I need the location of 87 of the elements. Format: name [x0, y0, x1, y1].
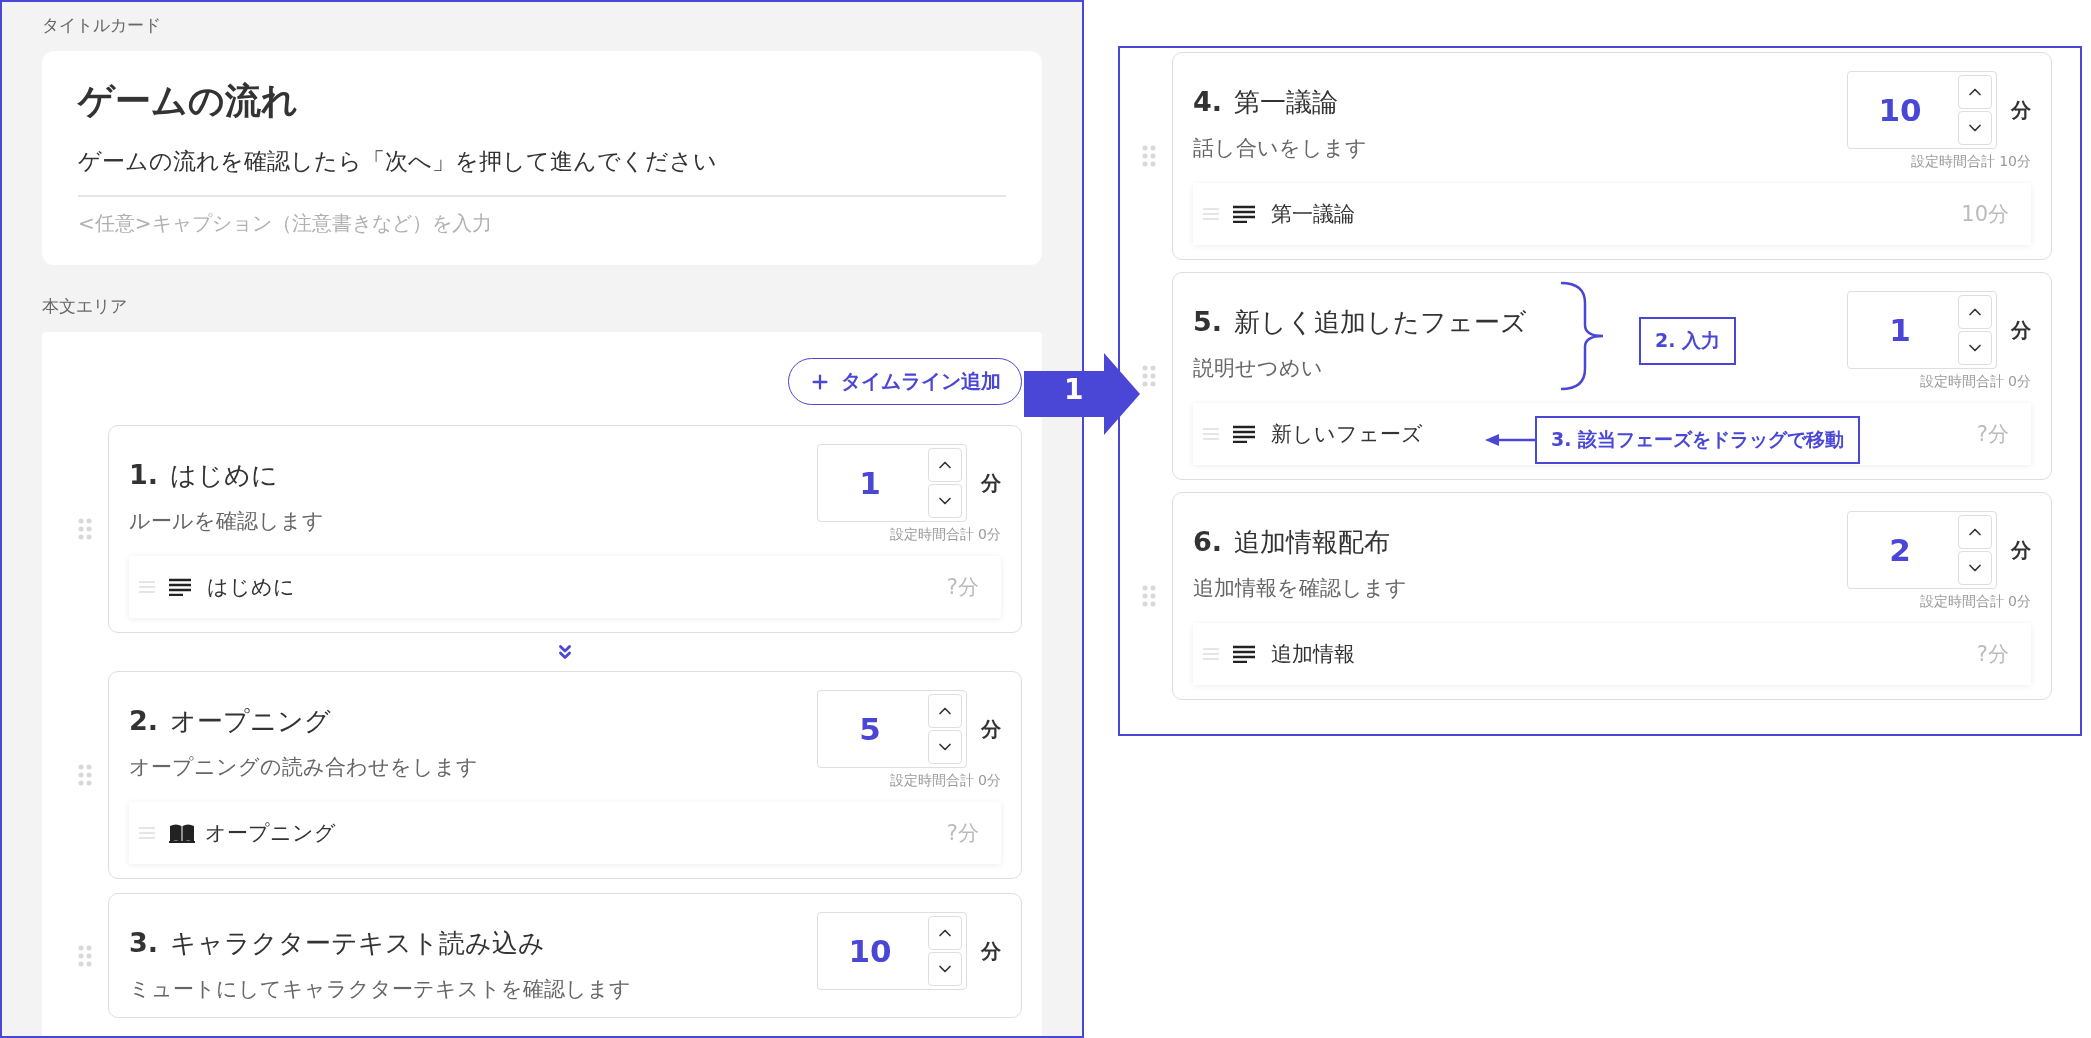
drag-handle-icon[interactable]: [139, 581, 155, 593]
phase-description: 説明せつめい: [1193, 355, 1324, 382]
callout-arrow: [1485, 433, 1537, 447]
phase-description: ミュートにしてキャラクターテキストを確認します: [129, 976, 631, 1003]
minutes-field[interactable]: 1: [818, 464, 922, 502]
step-time: 10分: [1961, 201, 2009, 228]
number-stepper[interactable]: 10: [817, 912, 967, 990]
minutes-field[interactable]: 1: [1848, 311, 1952, 349]
total-time: 設定時間合計 10分: [1910, 153, 2031, 171]
minutes-field[interactable]: 10: [818, 932, 922, 970]
unit-label: 分: [2011, 536, 2031, 564]
phase-title: 6. 追加情報配布: [1193, 525, 1392, 559]
step-time: ?分: [1976, 641, 2009, 668]
increment-button[interactable]: [928, 448, 962, 482]
step-label: はじめに: [207, 574, 295, 601]
total-time: 設定時間合計 0分: [1919, 373, 2031, 391]
phase-title: 1. はじめに: [129, 458, 280, 492]
increment-button[interactable]: [1958, 75, 1992, 109]
drag-grip-icon[interactable]: [1142, 365, 1156, 387]
section-label: タイトルカード: [42, 14, 162, 37]
phase-title: 5. 新しく追加したフェーズ: [1193, 305, 1528, 339]
drag-grip-icon[interactable]: [1142, 145, 1156, 167]
decrement-button[interactable]: [928, 730, 962, 764]
number-stepper[interactable]: 2: [1847, 511, 1997, 589]
unit-label: 分: [2011, 316, 2031, 344]
decrement-button[interactable]: [1958, 551, 1992, 585]
total-time: 設定時間合計 0分: [889, 526, 1001, 544]
minutes-field[interactable]: 2: [1848, 531, 1952, 569]
increment-button[interactable]: [1958, 295, 1992, 329]
drag-handle-icon[interactable]: [1203, 648, 1219, 660]
card-title: ゲームの流れ: [78, 79, 299, 123]
minutes-field[interactable]: 10: [1848, 91, 1952, 129]
step-time: ?分: [946, 820, 979, 847]
increment-button[interactable]: [928, 916, 962, 950]
drag-handle-icon[interactable]: [1203, 208, 1219, 220]
drag-handle-icon[interactable]: [139, 827, 155, 839]
step-label: 第一議論: [1271, 201, 1355, 228]
section-label: 本文エリア: [42, 295, 128, 318]
phase-description: 追加情報を確認します: [1193, 575, 1407, 602]
step-time: ?分: [1976, 421, 2009, 448]
phase-title: 4. 第一議論: [1193, 85, 1340, 119]
step-number: 1: [1064, 373, 1084, 406]
text-lines-icon: [169, 578, 191, 596]
increment-button[interactable]: [1958, 515, 1992, 549]
increment-button[interactable]: [928, 694, 962, 728]
phase-title: 3. キャラクターテキスト読み込み: [129, 926, 547, 960]
number-stepper[interactable]: 5: [817, 690, 967, 768]
number-stepper[interactable]: 10: [1847, 71, 1997, 149]
step-item[interactable]: 第一議論 10分: [1193, 183, 2031, 245]
decrement-button[interactable]: [1958, 111, 1992, 145]
unit-label: 分: [981, 715, 1001, 743]
minutes-field[interactable]: 5: [818, 710, 922, 748]
step-time: ?分: [946, 574, 979, 601]
card-subtitle: ゲームの流れを確認したら「次へ」を押して進んでください: [78, 146, 1006, 197]
step-item[interactable]: 追加情報 ?分: [1193, 623, 2031, 685]
drag-handle-icon[interactable]: [1203, 428, 1219, 440]
unit-label: 分: [981, 469, 1001, 497]
phase-description: 話し合いをします: [1193, 135, 1367, 162]
callout-label: 2. 入力: [1639, 317, 1737, 365]
callout-label: 3. 該当フェーズをドラッグで移動: [1535, 416, 1861, 464]
decrement-button[interactable]: [928, 484, 962, 518]
book-icon: [169, 823, 195, 843]
step-item[interactable]: オープニング ?分: [129, 802, 1001, 864]
total-time: 設定時間合計 0分: [1919, 593, 2031, 611]
step-label: オープニング: [205, 820, 336, 847]
decrement-button[interactable]: [1958, 331, 1992, 365]
phase-description: ルールを確認します: [129, 508, 324, 535]
drag-grip-icon[interactable]: [78, 518, 92, 540]
unit-label: 分: [981, 937, 1001, 965]
drag-grip-icon[interactable]: [78, 764, 92, 786]
step-label: 新しいフェーズ: [1271, 421, 1423, 448]
decrement-button[interactable]: [928, 952, 962, 986]
total-time: 設定時間合計 0分: [889, 772, 1001, 790]
number-stepper[interactable]: 1: [1847, 291, 1997, 369]
step-item[interactable]: はじめに ?分: [129, 556, 1001, 618]
text-lines-icon: [1233, 645, 1255, 663]
number-stepper[interactable]: 1: [817, 444, 967, 522]
phase-description: オープニングの読み合わせをします: [129, 754, 478, 781]
unit-label: 分: [2011, 96, 2031, 124]
add-timeline-button[interactable]: タイムライン追加: [788, 358, 1022, 405]
step-label: 追加情報: [1271, 641, 1355, 668]
text-lines-icon: [1233, 425, 1255, 443]
caption-field[interactable]: <任意>キャプション（注意書きなど）を入力: [78, 197, 1006, 235]
drag-grip-icon[interactable]: [1142, 585, 1156, 607]
phase-title: 2. オープニング: [129, 704, 333, 738]
text-lines-icon: [1233, 205, 1255, 223]
drag-grip-icon[interactable]: [78, 944, 92, 967]
